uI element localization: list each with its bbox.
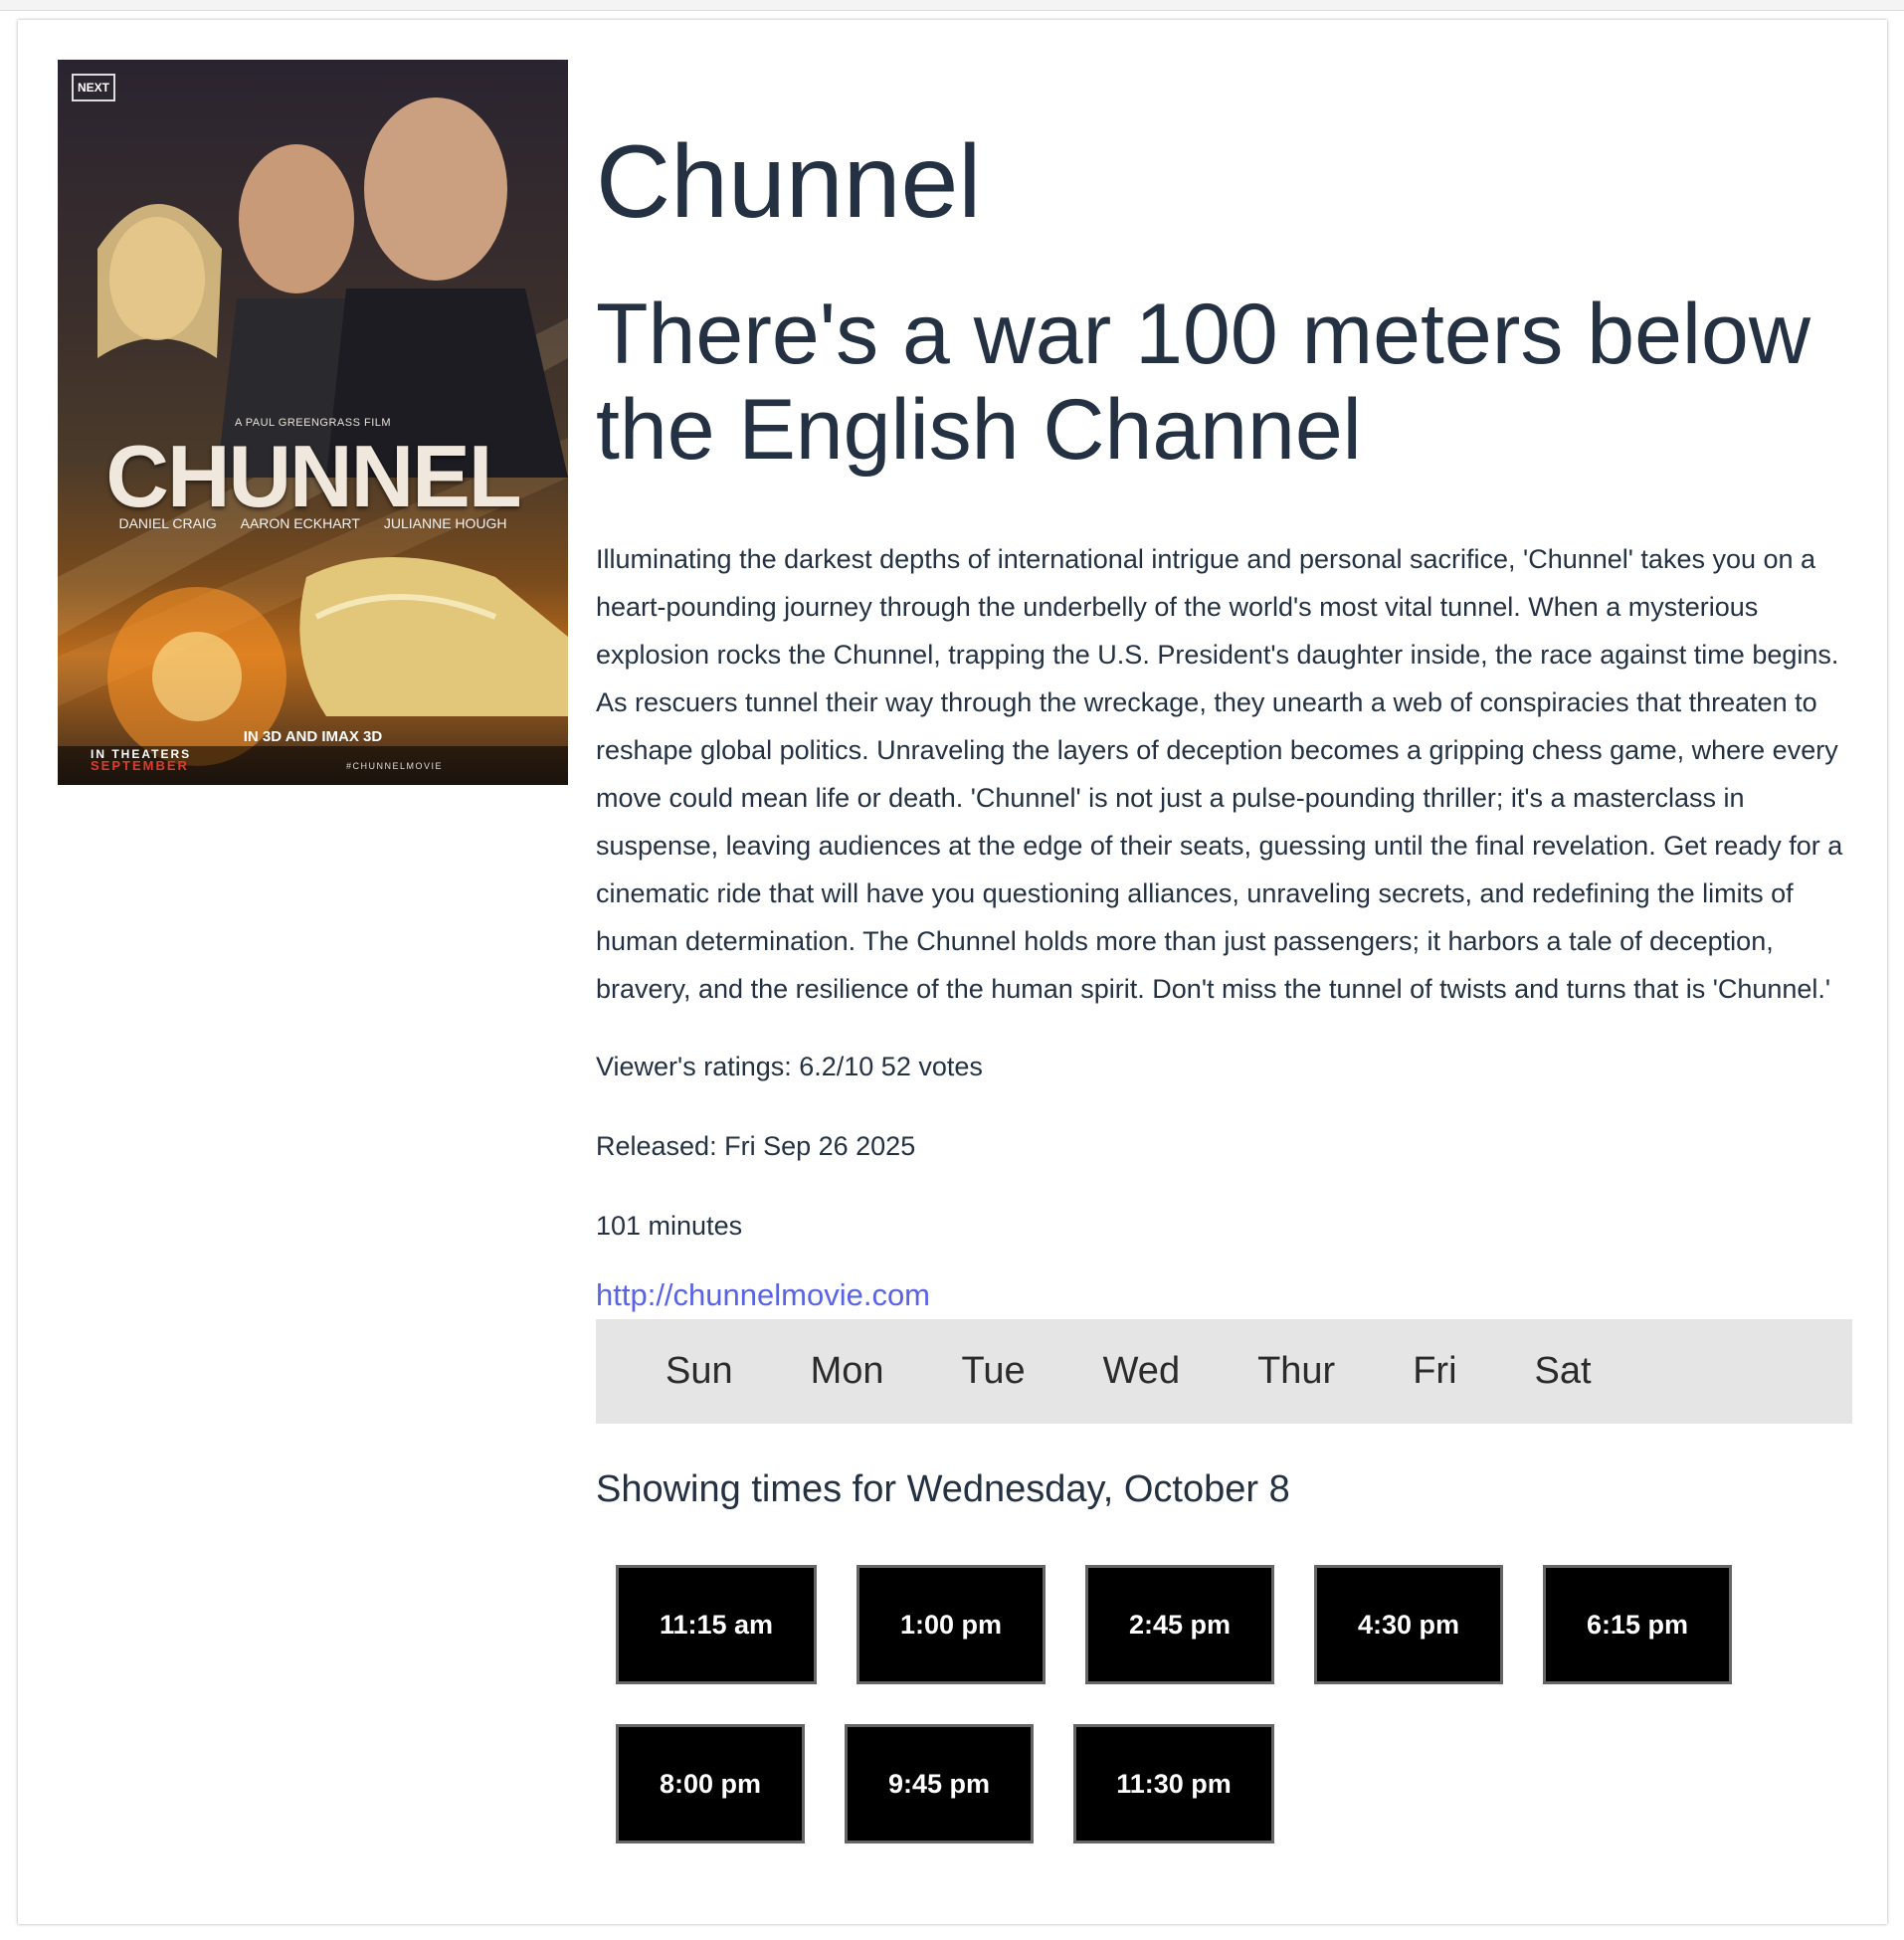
poster-cast-member: AARON ECKHART [240,515,360,531]
movie-poster: NEXT A PAUL GREENGRASS FILM CHUNNEL DANI… [58,60,568,785]
runtime: 101 minutes [596,1211,743,1241]
movie-website-link[interactable]: http://chunnelmovie.com [596,1275,1852,1315]
poster-format: IN 3D AND IMAX 3D [243,728,383,745]
movie-tagline: There's a war 100 meters below the Engli… [596,287,1810,478]
showtime-button[interactable]: 4:30 pm [1314,1565,1503,1684]
showtime-button[interactable]: 11:15 am [616,1565,817,1684]
poster-cast: DANIEL CRAIG AARON ECKHART JULIANNE HOUG… [58,515,568,531]
release-date: Released: Fri Sep 26 2025 [596,1131,916,1161]
poster-release-note: IN THEATERS SEPTEMBER [91,748,191,772]
showtime-button[interactable]: 8:00 pm [616,1724,805,1843]
day-tab-tue[interactable]: Tue [962,1350,1026,1393]
day-tab-wed[interactable]: Wed [1103,1350,1180,1393]
movie-details: Chunnel There's a war 100 meters below t… [596,60,1852,1843]
showtime-button[interactable]: 9:45 pm [845,1724,1034,1843]
day-selector: Sun Mon Tue Wed Thur Fri Sat [596,1319,1852,1424]
poster-hashtag: #CHUNNELMOVIE [346,761,444,771]
day-tab-sat[interactable]: Sat [1535,1350,1592,1393]
poster-cast-member: DANIEL CRAIG [118,515,217,531]
showtime-button[interactable]: 1:00 pm [857,1565,1046,1684]
movie-description: Illuminating the darkest depths of inter… [596,544,1843,1004]
showtime-button[interactable]: 2:45 pm [1085,1565,1274,1684]
movie-card: NEXT A PAUL GREENGRASS FILM CHUNNEL DANI… [18,20,1887,1924]
day-tab-fri[interactable]: Fri [1413,1350,1456,1393]
top-strip [0,0,1904,11]
movie-title: Chunnel [596,124,982,240]
viewer-ratings: Viewer's ratings: 6.2/10 52 votes [596,1052,983,1081]
showtime-button[interactable]: 6:15 pm [1543,1565,1732,1684]
day-tab-mon[interactable]: Mon [811,1350,884,1393]
day-tab-sun[interactable]: Sun [666,1350,733,1393]
poster-logo: NEXT [72,74,115,101]
poster-cast-member: JULIANNE HOUGH [383,515,507,531]
day-tab-thur[interactable]: Thur [1257,1350,1335,1393]
showtime-button[interactable]: 11:30 pm [1073,1724,1274,1843]
poster-theaters-month: SEPTEMBER [91,758,189,773]
showing-times-heading: Showing times for Wednesday, October 8 [596,1468,1290,1510]
poster-title: CHUNNEL [105,427,521,525]
showtime-list: 11:15 am 1:00 pm 2:45 pm 4:30 pm 6:15 pm… [616,1565,1790,1843]
